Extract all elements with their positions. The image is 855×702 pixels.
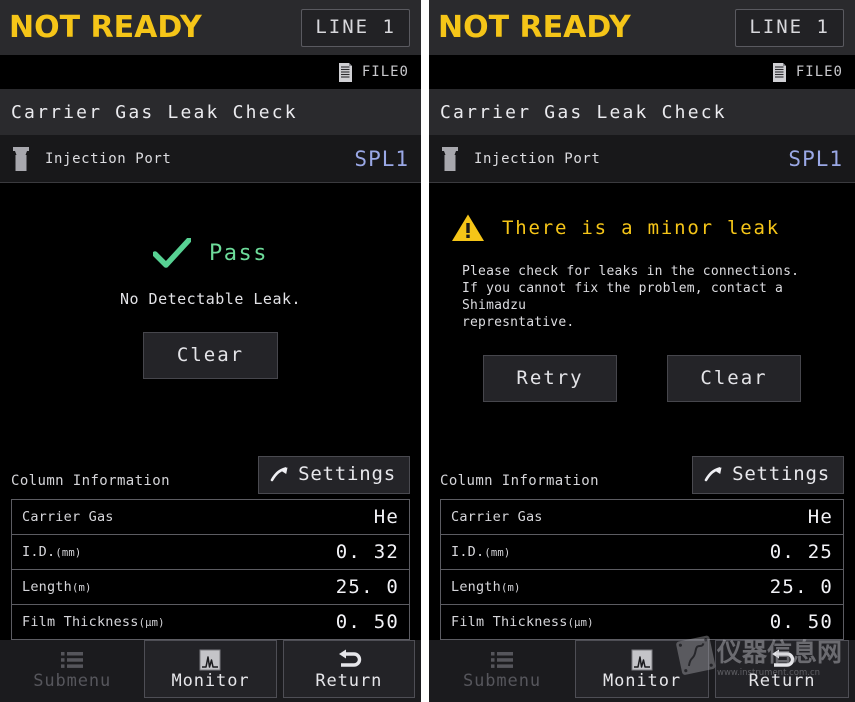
arrow-up-right-icon [270, 467, 288, 482]
chromatogram-icon [631, 649, 653, 670]
row-value: 25. 0 [706, 569, 844, 605]
injection-port-label: Injection Port [474, 150, 601, 167]
submenu-button: Submenu [435, 640, 569, 698]
status-text: NOT READY [438, 9, 631, 45]
bottom-navigation-bar: Submenu Monitor Return [429, 640, 855, 702]
settings-label: Settings [732, 463, 830, 485]
status-header: NOT READY LINE 1 [429, 0, 855, 55]
row-label: Film Thickness(µm) [440, 604, 707, 640]
pass-headline-row: Pass [0, 183, 421, 268]
table-row[interactable]: Carrier Gas He [11, 499, 410, 535]
row-value: 0. 32 [274, 534, 410, 570]
clear-button[interactable]: Clear [143, 332, 278, 379]
row-label: I.D.(mm) [440, 534, 707, 570]
row-label: Carrier Gas [11, 499, 275, 535]
column-information-header: Column Information Settings [11, 450, 410, 496]
pass-headline: Pass [209, 240, 268, 266]
warning-detail-text: Please check for leaks in the connection… [462, 264, 800, 331]
row-value: He [274, 499, 410, 535]
injection-port-label: Injection Port [45, 150, 172, 167]
warning-headline-row: There is a minor leak [429, 183, 855, 243]
leak-check-result-warning: There is a minor leak Please check for l… [429, 183, 855, 450]
return-label: Return [315, 670, 383, 691]
submenu-label: Submenu [463, 670, 541, 691]
monitor-button[interactable]: Monitor [144, 640, 277, 698]
column-information-section: Column Information Settings Carrier Gas … [0, 450, 421, 640]
monitor-label: Monitor [171, 670, 250, 691]
return-button[interactable]: Return [282, 640, 415, 698]
page-title: Carrier Gas Leak Check [0, 89, 421, 135]
instrument-panel-pass: NOT READY LINE 1 FILE0 Carrier Gas Leak … [0, 0, 421, 702]
document-icon [772, 62, 786, 82]
file-label: FILE0 [795, 64, 843, 80]
table-row[interactable]: Film Thickness(µm) 0. 50 [440, 604, 844, 640]
row-value: He [706, 499, 844, 535]
list-icon [61, 651, 84, 668]
row-value: 0. 25 [706, 534, 844, 570]
chromatogram-icon [199, 649, 221, 670]
page-title: Carrier Gas Leak Check [429, 89, 855, 135]
return-button[interactable]: Return [715, 640, 849, 698]
row-value: 25. 0 [274, 569, 410, 605]
table-row[interactable]: Film Thickness(µm) 0. 50 [11, 604, 410, 640]
injection-port-row[interactable]: Injection Port SPL1 [0, 135, 421, 183]
line-select-button[interactable]: LINE 1 [301, 8, 410, 47]
settings-label: Settings [298, 463, 396, 485]
warning-button-row: Retry Clear [429, 354, 855, 402]
table-row[interactable]: Length(m) 25. 0 [440, 569, 844, 605]
warning-headline: There is a minor leak [502, 217, 781, 239]
pass-detail-text: No Detectable Leak. [119, 290, 302, 308]
check-icon [153, 238, 191, 268]
clear-button[interactable]: Clear [667, 354, 801, 402]
status-header: NOT READY LINE 1 [0, 0, 421, 55]
screenshot-stage: NOT READY LINE 1 FILE0 Carrier Gas Leak … [0, 0, 855, 702]
file-strip: FILE0 [429, 55, 855, 89]
settings-button[interactable]: Settings [692, 456, 844, 494]
return-arrow-icon [772, 649, 795, 667]
file-strip: FILE0 [0, 55, 421, 89]
table-row[interactable]: Length(m) 25. 0 [11, 569, 410, 605]
retry-button[interactable]: Retry [483, 354, 617, 402]
settings-button[interactable]: Settings [258, 456, 410, 494]
table-row[interactable]: I.D.(mm) 0. 25 [440, 534, 844, 570]
column-information-header: Column Information Settings [440, 450, 844, 496]
instrument-panel-warning: NOT READY LINE 1 FILE0 Carrier Gas Leak … [429, 0, 855, 702]
table-row[interactable]: I.D.(mm) 0. 32 [11, 534, 410, 570]
column-information-table: Carrier Gas He I.D.(mm) 0. 32 Length(m) … [11, 499, 410, 640]
monitor-button[interactable]: Monitor [575, 640, 709, 698]
row-label: I.D.(mm) [11, 534, 275, 570]
warning-triangle-icon [452, 214, 484, 241]
status-text: NOT READY [9, 9, 202, 45]
line-select-button[interactable]: LINE 1 [735, 8, 844, 47]
column-information-title: Column Information [440, 473, 599, 489]
arrow-up-right-icon [704, 467, 722, 482]
table-row[interactable]: Carrier Gas He [440, 499, 844, 535]
list-icon [491, 651, 513, 668]
file-label: FILE0 [361, 64, 409, 80]
return-label: Return [748, 670, 816, 691]
document-icon [338, 62, 352, 82]
row-label: Length(m) [440, 569, 707, 605]
column-information-section: Column Information Settings Carrier Gas … [429, 450, 855, 640]
return-arrow-icon [338, 649, 361, 667]
row-value: 0. 50 [706, 604, 844, 640]
submenu-label: Submenu [33, 670, 112, 691]
column-information-table: Carrier Gas He I.D.(mm) 0. 25 Length(m) … [440, 499, 844, 640]
injection-port-icon [442, 146, 458, 171]
pass-button-row: Clear [0, 332, 421, 379]
row-label: Length(m) [11, 569, 275, 605]
row-value: 0. 50 [274, 604, 410, 640]
row-label: Carrier Gas [440, 499, 707, 535]
leak-check-result-pass: Pass No Detectable Leak. Clear [0, 183, 421, 450]
injection-port-row[interactable]: Injection Port SPL1 [429, 135, 855, 183]
bottom-navigation-bar: Submenu Monitor Return [0, 640, 421, 702]
row-label: Film Thickness(µm) [11, 604, 275, 640]
injection-port-icon [13, 146, 29, 171]
column-information-title: Column Information [11, 473, 170, 489]
injection-port-value: SPL1 [788, 146, 843, 171]
monitor-label: Monitor [603, 670, 681, 691]
injection-port-value: SPL1 [354, 146, 409, 171]
submenu-button: Submenu [6, 640, 139, 698]
